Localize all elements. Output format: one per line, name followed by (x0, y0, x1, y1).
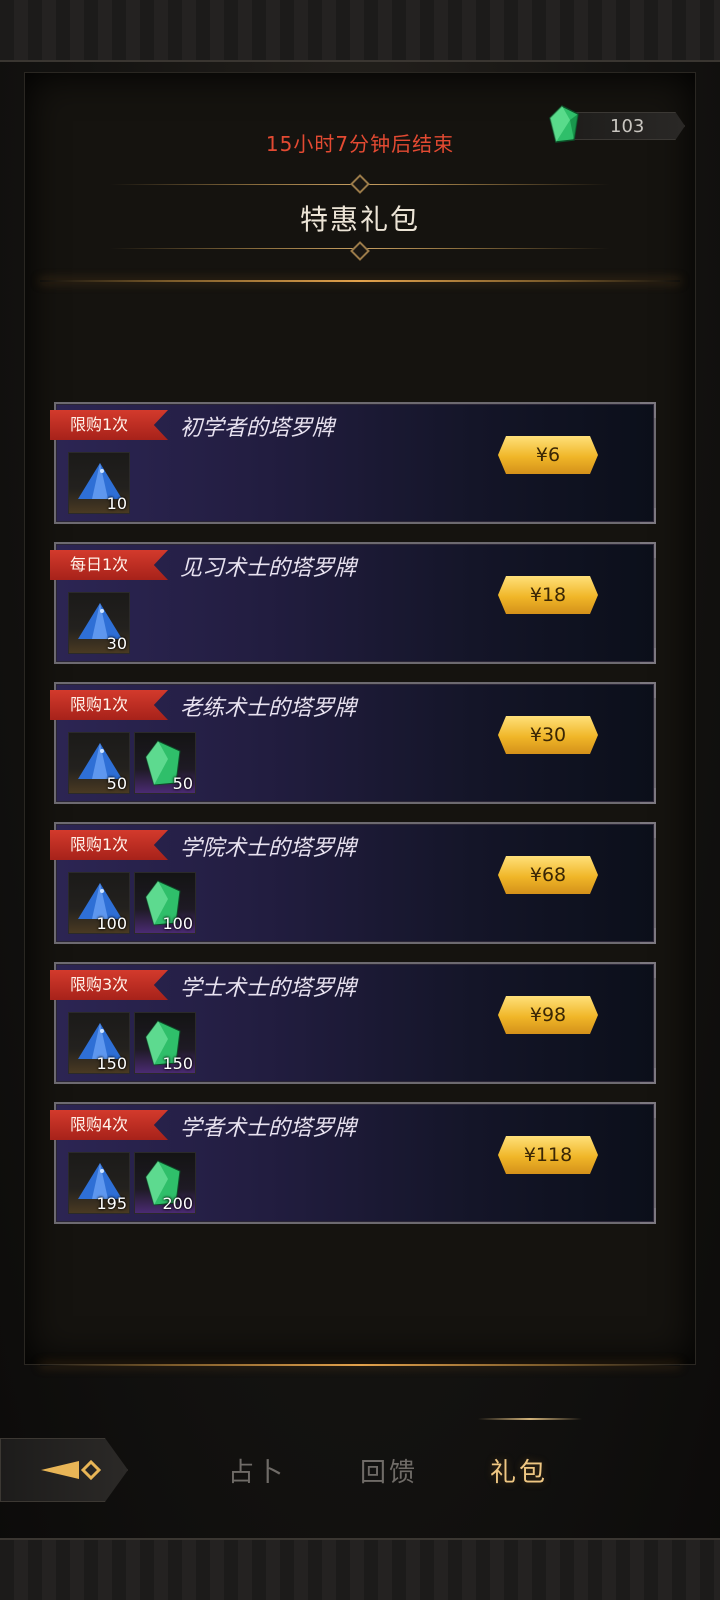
limit-tag: 每日1次 (50, 550, 168, 580)
reward-item[interactable]: 30 (68, 592, 130, 654)
arrow-back-icon (41, 1459, 102, 1481)
reward-item[interactable]: 150 (134, 1012, 196, 1074)
item-quantity: 100 (162, 914, 193, 933)
package-name: 见习术士的塔罗牌 (180, 556, 357, 581)
price-button[interactable]: ¥68 (498, 856, 598, 894)
back-button[interactable] (0, 1438, 128, 1502)
top-ornament-border (0, 0, 720, 62)
limit-tag: 限购1次 (50, 690, 168, 720)
limit-tag: 限购1次 (50, 410, 168, 440)
item-quantity: 150 (96, 1054, 127, 1073)
reward-item[interactable]: 150 (68, 1012, 130, 1074)
package-card: 限购1次 老练术士的塔罗牌 50 50 ¥30 (50, 682, 656, 804)
package-name: 老练术士的塔罗牌 (180, 696, 357, 721)
bottom-ornament-border (0, 1538, 720, 1600)
limit-tag: 限购1次 (50, 830, 168, 860)
package-card: 每日1次 见习术士的塔罗牌 30 ¥18 (50, 542, 656, 664)
item-quantity: 50 (172, 774, 193, 793)
tab-divination[interactable]: 占卜 (228, 1452, 286, 1489)
top-gold-divider (40, 280, 680, 282)
item-quantity: 10 (106, 494, 127, 513)
item-quantity: 30 (106, 634, 127, 653)
reward-item[interactable]: 195 (68, 1152, 130, 1214)
item-quantity: 100 (96, 914, 127, 933)
reward-item[interactable]: 100 (134, 872, 196, 934)
package-card: 限购1次 初学者的塔罗牌 10 ¥6 (50, 402, 656, 524)
limit-tag: 限购3次 (50, 970, 168, 1000)
price-button[interactable]: ¥6 (498, 436, 598, 474)
bottom-gold-divider (40, 1364, 680, 1366)
reward-item[interactable]: 100 (68, 872, 130, 934)
package-card: 限购1次 学院术士的塔罗牌 100 100 ¥68 (50, 822, 656, 944)
price-button[interactable]: ¥98 (498, 996, 598, 1034)
reward-item[interactable]: 50 (134, 732, 196, 794)
limit-tag: 限购4次 (50, 1110, 168, 1140)
tab-rewards[interactable]: 回馈 (360, 1452, 418, 1489)
title-band: 特惠礼包 (110, 174, 610, 261)
price-button[interactable]: ¥30 (498, 716, 598, 754)
item-quantity: 200 (162, 1194, 193, 1213)
reward-item[interactable]: 200 (134, 1152, 196, 1214)
tab-gift-packs[interactable]: 礼包 (490, 1452, 548, 1489)
package-name: 学者术士的塔罗牌 (180, 1116, 357, 1141)
gift-pack-screen: 15小时7分钟后结束 103 特惠礼包 限购1次 初学者的塔罗牌 10 ¥6 每… (0, 0, 720, 1600)
package-name: 学士术士的塔罗牌 (180, 976, 357, 1001)
green-gem-icon (549, 105, 579, 143)
package-name: 初学者的塔罗牌 (180, 416, 335, 441)
gem-balance-counter[interactable]: 103 (565, 112, 685, 140)
package-card: 限购4次 学者术士的塔罗牌 195 200 ¥118 (50, 1102, 656, 1224)
price-button[interactable]: ¥18 (498, 576, 598, 614)
item-quantity: 195 (96, 1194, 127, 1213)
package-name: 学院术士的塔罗牌 (180, 836, 357, 861)
reward-item[interactable]: 50 (68, 732, 130, 794)
package-card: 限购3次 学士术士的塔罗牌 150 150 ¥98 (50, 962, 656, 1084)
item-quantity: 150 (162, 1054, 193, 1073)
page-title: 特惠礼包 (299, 203, 420, 236)
gem-balance-value: 103 (610, 116, 645, 137)
price-button[interactable]: ¥118 (498, 1136, 598, 1174)
active-tab-indicator (478, 1418, 582, 1420)
reward-item[interactable]: 10 (68, 452, 130, 514)
item-quantity: 50 (106, 774, 127, 793)
